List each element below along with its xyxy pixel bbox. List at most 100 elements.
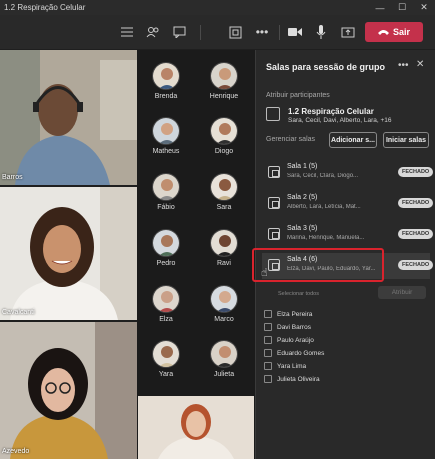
- status-badge: FECHADO: [398, 260, 434, 270]
- participant-tile[interactable]: Diogo: [195, 117, 253, 155]
- participant-tile[interactable]: Pedro: [137, 229, 195, 267]
- status-badge: FECHADO: [398, 229, 434, 239]
- participant-tile[interactable]: Henrique: [195, 62, 253, 100]
- room-item[interactable]: Sala 1 (5) Sara, Cecil, Clara, Diogo... …: [262, 160, 434, 186]
- member-row[interactable]: Eduardo Gomes: [264, 347, 324, 359]
- close-icon[interactable]: ✕: [416, 59, 424, 70]
- participant-name: Sara: [216, 204, 232, 211]
- leave-label: Sair: [392, 27, 410, 37]
- share-screen-icon[interactable]: [338, 22, 358, 42]
- participant-name: Brenda: [154, 93, 178, 100]
- member-name: Julieta Oliveira: [277, 375, 320, 383]
- avatar: [152, 285, 180, 313]
- room-icon: [268, 197, 280, 209]
- participants-list-icon[interactable]: [117, 22, 137, 42]
- breakout-rooms-icon[interactable]: [225, 22, 245, 42]
- member-name: Elza Pereira: [277, 310, 313, 318]
- participant-grid: Brenda Henrique Matheus Diogo Fábio Sara…: [137, 50, 255, 459]
- panel-title: Salas para sessão de grupo: [266, 62, 386, 72]
- avatar: [210, 173, 238, 201]
- participant-tile[interactable]: Fábio: [137, 173, 195, 211]
- member-row[interactable]: Julieta Oliveira: [264, 373, 320, 385]
- video-name-1: Barros: [2, 174, 23, 181]
- room-item[interactable]: Sala 3 (5) Marina, Henrique, Manuela... …: [262, 222, 434, 248]
- status-badge: FECHADO: [398, 167, 434, 177]
- window-title: 1.2 Respiração Celular: [4, 3, 86, 12]
- room-members: Sara, Cecil, Clara, Diogo...: [287, 173, 359, 179]
- member-name: Davi Barros: [277, 323, 311, 331]
- selection-highlight: [252, 248, 384, 282]
- checkbox[interactable]: [264, 349, 272, 357]
- room-name: Sala 3 (5): [287, 225, 318, 232]
- checkbox[interactable]: [264, 310, 272, 318]
- member-row[interactable]: Elza Pereira: [264, 308, 312, 320]
- participant-tile[interactable]: Sara: [195, 173, 253, 211]
- participant-name: Matheus: [152, 148, 180, 155]
- participant-tile[interactable]: Elza: [137, 285, 195, 323]
- avatar: [152, 62, 180, 90]
- participant-tile[interactable]: Julieta: [195, 340, 253, 378]
- start-rooms-button[interactable]: Iniciar salas: [383, 132, 429, 148]
- room-name: Sala 2 (5): [287, 194, 318, 201]
- camera-icon[interactable]: [285, 22, 305, 42]
- participant-tile[interactable]: Matheus: [137, 117, 195, 155]
- room-members: Marina, Henrique, Manuela...: [287, 235, 365, 241]
- minimize-icon[interactable]: —: [369, 0, 391, 15]
- room-item[interactable]: Sala 2 (5) Alberto, Lara, Letícia, Mat..…: [262, 191, 434, 217]
- avatar: [210, 117, 238, 145]
- video-name-3: Azevedo: [2, 448, 30, 455]
- close-window-icon[interactable]: ✕: [413, 0, 435, 15]
- assign-title: 1.2 Respiração Celular: [288, 107, 374, 116]
- chat-icon[interactable]: [169, 22, 189, 42]
- meeting-toolbar: ••• Sair: [0, 15, 435, 49]
- room-members: Alberto, Lara, Letícia, Mat...: [287, 204, 361, 210]
- participant-name: Julieta: [213, 371, 235, 378]
- checkbox[interactable]: [264, 362, 272, 370]
- participant-name: Henrique: [209, 93, 239, 100]
- checkbox[interactable]: [264, 336, 272, 344]
- video-feed-image: [0, 322, 137, 459]
- people-icon[interactable]: [143, 22, 163, 42]
- assign-button[interactable]: Atribuir: [378, 286, 426, 299]
- maximize-icon[interactable]: ☐: [391, 0, 413, 15]
- avatar: [152, 229, 180, 257]
- participant-tile[interactable]: Yara: [137, 340, 195, 378]
- member-name: Paulo Araújo: [277, 336, 314, 344]
- member-row[interactable]: Davi Barros: [264, 321, 311, 333]
- video-feed-image: [138, 396, 254, 459]
- leave-button[interactable]: Sair: [365, 22, 423, 42]
- video-tile-3[interactable]: Azevedo: [0, 322, 137, 459]
- calendar-icon: [266, 107, 280, 121]
- checkbox[interactable]: [264, 323, 272, 331]
- member-row[interactable]: Yara Lima: [264, 360, 306, 372]
- status-badge: FECHADO: [398, 198, 434, 208]
- member-name: Eduardo Gomes: [277, 349, 325, 357]
- select-all-checkbox[interactable]: Selecionar todos: [278, 291, 319, 297]
- video-tile-1[interactable]: Barros: [0, 50, 137, 185]
- video-tile-4[interactable]: [138, 396, 254, 459]
- participant-tile[interactable]: Brenda: [137, 62, 195, 100]
- phone-hangup-icon: [377, 30, 389, 35]
- avatar: [152, 340, 180, 368]
- participant-name: Pedro: [156, 260, 176, 267]
- avatar: [152, 173, 180, 201]
- participant-tile[interactable]: Ravi: [195, 229, 253, 267]
- avatar: [210, 340, 238, 368]
- microphone-icon[interactable]: [311, 22, 331, 42]
- participant-name: Ravi: [216, 260, 231, 267]
- more-options-icon[interactable]: •••: [252, 22, 272, 42]
- member-name: Yara Lima: [277, 362, 307, 370]
- room-name: Sala 1 (5): [287, 163, 318, 170]
- participant-tile[interactable]: Marco: [195, 285, 253, 323]
- avatar: [210, 285, 238, 313]
- video-feed-image: [0, 50, 137, 185]
- more-options-icon[interactable]: •••: [398, 60, 409, 71]
- member-row[interactable]: Paulo Araújo: [264, 334, 314, 346]
- participant-name: Elza: [159, 316, 173, 323]
- participant-name: Fábio: [157, 204, 175, 211]
- manage-label: Gerenciar salas: [266, 136, 316, 143]
- video-tile-2[interactable]: Cavalcanti: [0, 187, 137, 320]
- checkbox[interactable]: [264, 375, 272, 383]
- title-bar: 1.2 Respiração Celular — ☐ ✕: [0, 0, 435, 15]
- add-rooms-button[interactable]: Adicionar s...: [329, 132, 377, 148]
